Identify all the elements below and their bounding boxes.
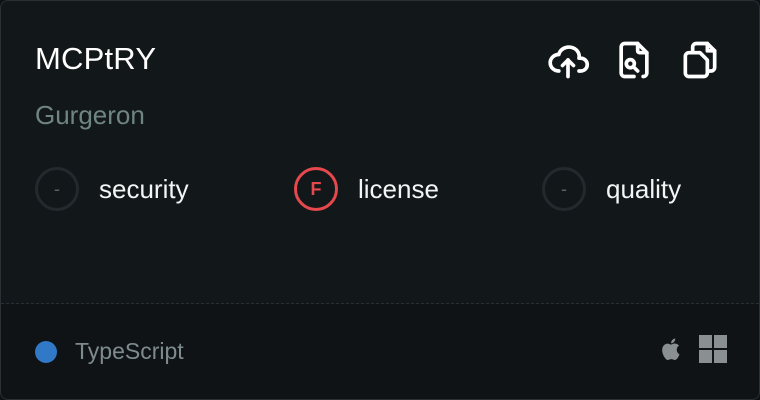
license-label: license [358, 173, 439, 204]
file-search-icon [619, 41, 649, 79]
card-footer: TypeScript [1, 304, 759, 399]
server-card[interactable]: MCPtRY Gurgeron - security F license - q… [0, 0, 760, 400]
quality-grade-badge: - [542, 167, 586, 211]
score-quality[interactable]: - quality [542, 165, 681, 213]
inspect-button[interactable] [611, 37, 657, 83]
server-name[interactable]: MCPtRY [35, 39, 156, 79]
upload-button[interactable] [545, 37, 591, 83]
server-author[interactable]: Gurgeron [35, 99, 145, 131]
windows-icon [699, 335, 727, 363]
score-row: - security F license - quality [35, 165, 725, 213]
score-security[interactable]: - security [35, 165, 189, 213]
copy-button[interactable] [677, 37, 723, 83]
quality-label: quality [606, 173, 682, 204]
copy-icon [683, 41, 717, 79]
security-grade-badge: - [35, 167, 79, 211]
apple-icon [662, 338, 680, 360]
card-actions [545, 37, 723, 83]
language-color-dot [35, 341, 57, 363]
score-license[interactable]: F license [294, 165, 439, 213]
platform-icons [659, 335, 727, 363]
cloud-upload-icon [548, 45, 590, 79]
security-label: security [99, 173, 189, 204]
license-grade-badge: F [294, 167, 338, 211]
language-name: TypeScript [75, 338, 184, 364]
